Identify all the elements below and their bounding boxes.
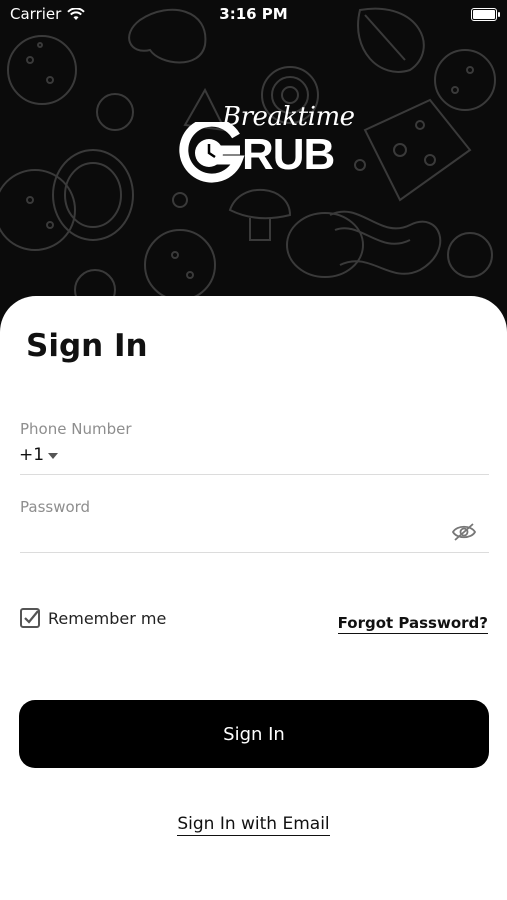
status-time: 3:16 PM	[219, 5, 288, 23]
hero-background: Carrier 3:16 PM Breaktime RUB	[0, 0, 507, 330]
brand-script-text: Breaktime	[222, 102, 355, 132]
page-title: Sign In	[26, 328, 148, 364]
brand-logo: Breaktime RUB	[170, 100, 355, 190]
phone-number-label: Phone Number	[20, 420, 132, 438]
eye-off-icon[interactable]	[451, 522, 477, 542]
country-code-value: +1	[19, 445, 45, 465]
battery-icon	[471, 8, 500, 21]
sign-in-with-email-link[interactable]: Sign In with Email	[0, 814, 507, 836]
remember-checkbox[interactable]	[20, 608, 40, 628]
country-code-selector[interactable]: +1	[19, 445, 59, 465]
password-label: Password	[20, 498, 91, 516]
chevron-down-icon	[48, 453, 59, 459]
password-field-divider	[20, 552, 489, 553]
sign-in-with-email-label: Sign In with Email	[177, 814, 330, 836]
checkmark-icon	[24, 610, 39, 624]
remember-me-toggle[interactable]: Remember me	[20, 608, 166, 628]
sign-in-sheet: Sign In Phone Number +1 Password Remembe…	[0, 296, 507, 900]
forgot-password-link[interactable]: Forgot Password?	[337, 614, 488, 634]
remember-me-label: Remember me	[48, 608, 167, 628]
brand-word-text: RUB	[242, 130, 335, 179]
sign-in-button[interactable]: Sign In	[19, 700, 489, 768]
status-bar: Carrier 3:16 PM	[0, 0, 507, 30]
phone-field-divider	[20, 474, 489, 475]
